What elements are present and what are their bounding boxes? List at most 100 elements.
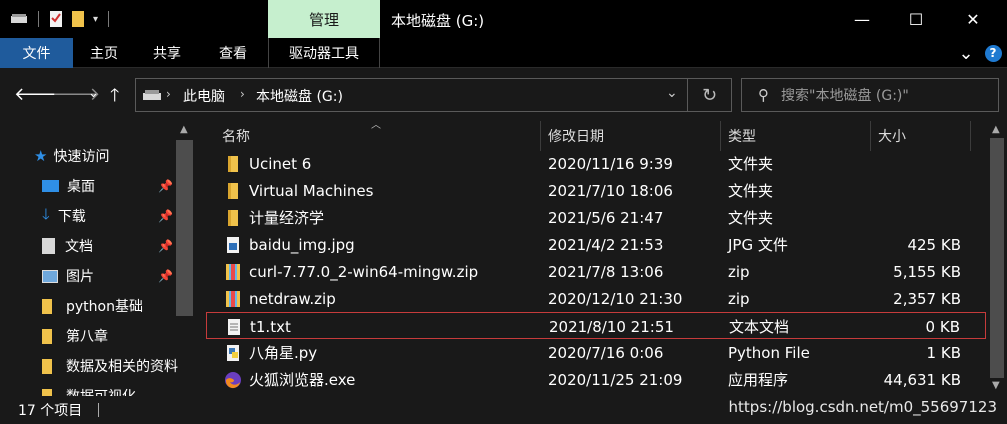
search-icon: ⚲ — [758, 86, 769, 104]
file-type: zip — [728, 289, 750, 308]
table-row[interactable]: baidu_img.jpg 2021/4/2 21:53 JPG 文件 425 KB — [206, 231, 986, 258]
file-name: netdraw.zip — [249, 289, 336, 308]
tab-drive-tools[interactable]: 驱动器工具 — [268, 38, 380, 68]
new-folder-icon[interactable] — [71, 10, 85, 28]
folder-icon — [42, 388, 52, 396]
refresh-button[interactable]: ↻ — [688, 78, 732, 112]
table-row[interactable]: curl-7.77.0_2-win64-mingw.zip 2021/7/8 13… — [206, 258, 986, 285]
ribbon-expand-icon[interactable]: ⌄ — [956, 38, 976, 68]
sidebar-item-chapter-eight[interactable]: 第八章 — [42, 321, 108, 351]
file-size: 0 KB — [925, 317, 960, 336]
breadcrumb-separator-icon[interactable]: › — [240, 87, 245, 101]
sidebar-item-data-visualization[interactable]: 数据可视化 — [42, 381, 136, 396]
table-row[interactable]: netdraw.zip 2020/12/10 21:30 zip 2,357 KB — [206, 285, 986, 312]
table-row[interactable]: Virtual Machines 2021/7/10 18:06 文件夹 — [206, 177, 986, 204]
file-size: 1 KB — [926, 343, 961, 362]
pin-icon[interactable]: 📌 — [158, 239, 173, 253]
column-header-size[interactable]: 大小 — [878, 121, 906, 151]
title-bar: ▾ 管理 本地磁盘 (G:) — ☐ ✕ — [0, 0, 1007, 38]
address-history-dropdown[interactable]: ⌄ — [666, 85, 678, 101]
sidebar-item-label: 快速访问 — [53, 149, 110, 165]
text-file-icon — [225, 318, 243, 336]
file-type: JPG 文件 — [728, 236, 788, 254]
tab-home[interactable]: 主页 — [75, 38, 133, 68]
column-divider[interactable] — [720, 121, 721, 151]
download-icon: 🡓 — [42, 204, 50, 223]
file-name: curl-7.77.0_2-win64-mingw.zip — [249, 262, 479, 281]
sidebar-item-label: 数据可视化 — [66, 386, 136, 396]
column-divider[interactable] — [540, 121, 541, 151]
column-divider[interactable] — [870, 121, 871, 151]
address-bar[interactable]: › 此电脑 › 本地磁盘 (G:) ⌄ — [135, 78, 688, 112]
image-file-icon — [224, 236, 242, 254]
tab-file[interactable]: 文件 — [0, 38, 73, 68]
sidebar-item-label: python基础 — [66, 299, 143, 315]
search-box[interactable]: ⚲ 搜索"本地磁盘 (G:)" — [741, 78, 999, 112]
table-row[interactable]: t1.txt 2021/8/10 21:51 文本文档 0 KB — [206, 312, 986, 339]
zip-file-icon — [224, 290, 242, 308]
drive-icon[interactable] — [10, 13, 28, 25]
context-tab-manage[interactable]: 管理 — [268, 0, 380, 38]
folder-icon — [42, 358, 52, 374]
properties-icon[interactable] — [49, 10, 63, 28]
pin-icon[interactable]: 📌 — [158, 209, 173, 223]
status-separator — [98, 403, 99, 417]
file-name: Ucinet 6 — [249, 154, 312, 173]
scroll-up-icon[interactable]: ▲ — [992, 124, 1000, 135]
file-date: 2021/7/8 13:06 — [548, 262, 664, 281]
sidebar-item-desktop[interactable]: 桌面 — [42, 171, 95, 201]
sidebar-item-data-materials[interactable]: 数据及相关的资料 — [42, 351, 178, 381]
customize-toolbar-icon[interactable]: ▾ — [93, 14, 98, 25]
pin-icon[interactable]: 📌 — [158, 179, 173, 193]
folder-icon — [224, 209, 242, 227]
firefox-icon — [224, 371, 242, 389]
status-bar: 17 个项目 https://blog.csdn.net/m0_55697123 — [0, 396, 1007, 424]
sidebar-item-label: 图片 — [66, 269, 94, 285]
navigation-scrollbar-thumb[interactable] — [176, 140, 193, 316]
search-input[interactable]: 搜索"本地磁盘 (G:)" — [781, 85, 909, 105]
scroll-up-icon[interactable]: ▲ — [180, 124, 188, 135]
file-size: 2,357 KB — [893, 289, 961, 308]
window-title: 本地磁盘 (G:) — [391, 12, 485, 30]
column-header-name[interactable]: 名称 — [222, 121, 250, 151]
table-row[interactable]: 火狐浏览器.exe 2020/11/25 21:09 应用程序 44,631 KB — [206, 366, 986, 393]
sidebar-item-pictures[interactable]: 图片 — [42, 261, 94, 291]
chevron-down-icon: ⌄ — [88, 86, 99, 101]
star-icon: ★ — [34, 147, 48, 165]
sidebar-item-label: 数据及相关的资料 — [66, 359, 178, 375]
sidebar-item-python-basics[interactable]: python基础 — [42, 291, 143, 321]
table-row[interactable]: Ucinet 6 2020/11/16 9:39 文件夹 — [206, 150, 986, 177]
breadcrumb-drive-g[interactable]: 本地磁盘 (G:) — [256, 86, 343, 106]
maximize-button[interactable]: ☐ — [893, 0, 939, 38]
breadcrumb-separator-icon[interactable]: › — [166, 87, 171, 101]
sidebar-item-downloads[interactable]: 🡓 下载 — [42, 201, 86, 231]
pin-icon[interactable]: 📌 — [158, 269, 173, 283]
sidebar-item-documents[interactable]: 文档 — [42, 231, 93, 261]
column-divider[interactable] — [970, 121, 971, 151]
sidebar-item-quick-access[interactable]: ★ 快速访问 — [34, 141, 109, 171]
breadcrumb-this-pc[interactable]: 此电脑 — [183, 86, 225, 106]
toolbar-separator — [108, 11, 110, 27]
file-name: baidu_img.jpg — [249, 235, 355, 254]
scroll-down-icon[interactable]: ▼ — [992, 380, 1000, 391]
file-type: Python File — [728, 343, 810, 362]
column-header-date[interactable]: 修改日期 — [548, 121, 604, 151]
up-button[interactable]: 🡑 — [110, 83, 119, 113]
recent-locations-button[interactable]: ⌄ — [88, 86, 99, 101]
table-row[interactable]: 计量经济学 2021/5/6 21:47 文件夹 — [206, 204, 986, 231]
file-date: 2020/11/16 9:39 — [548, 154, 673, 173]
close-button[interactable]: ✕ — [950, 0, 996, 38]
tab-share[interactable]: 共享 — [138, 38, 196, 68]
table-row[interactable]: 八角星.py 2020/7/16 0:06 Python File 1 KB — [206, 339, 986, 366]
file-list-scrollbar-thumb[interactable] — [990, 138, 1004, 378]
file-name: 八角星.py — [249, 344, 318, 362]
toolbar-separator — [38, 11, 39, 27]
tab-view[interactable]: 查看 — [203, 38, 263, 68]
minimize-button[interactable]: — — [839, 0, 885, 38]
column-header-type[interactable]: 类型 — [728, 121, 756, 151]
sidebar-item-label: 桌面 — [67, 179, 95, 195]
file-name: 计量经济学 — [249, 209, 325, 227]
file-date: 2021/8/10 21:51 — [549, 317, 674, 336]
file-name: 火狐浏览器.exe — [249, 371, 356, 389]
help-button[interactable]: ? — [983, 38, 1003, 68]
